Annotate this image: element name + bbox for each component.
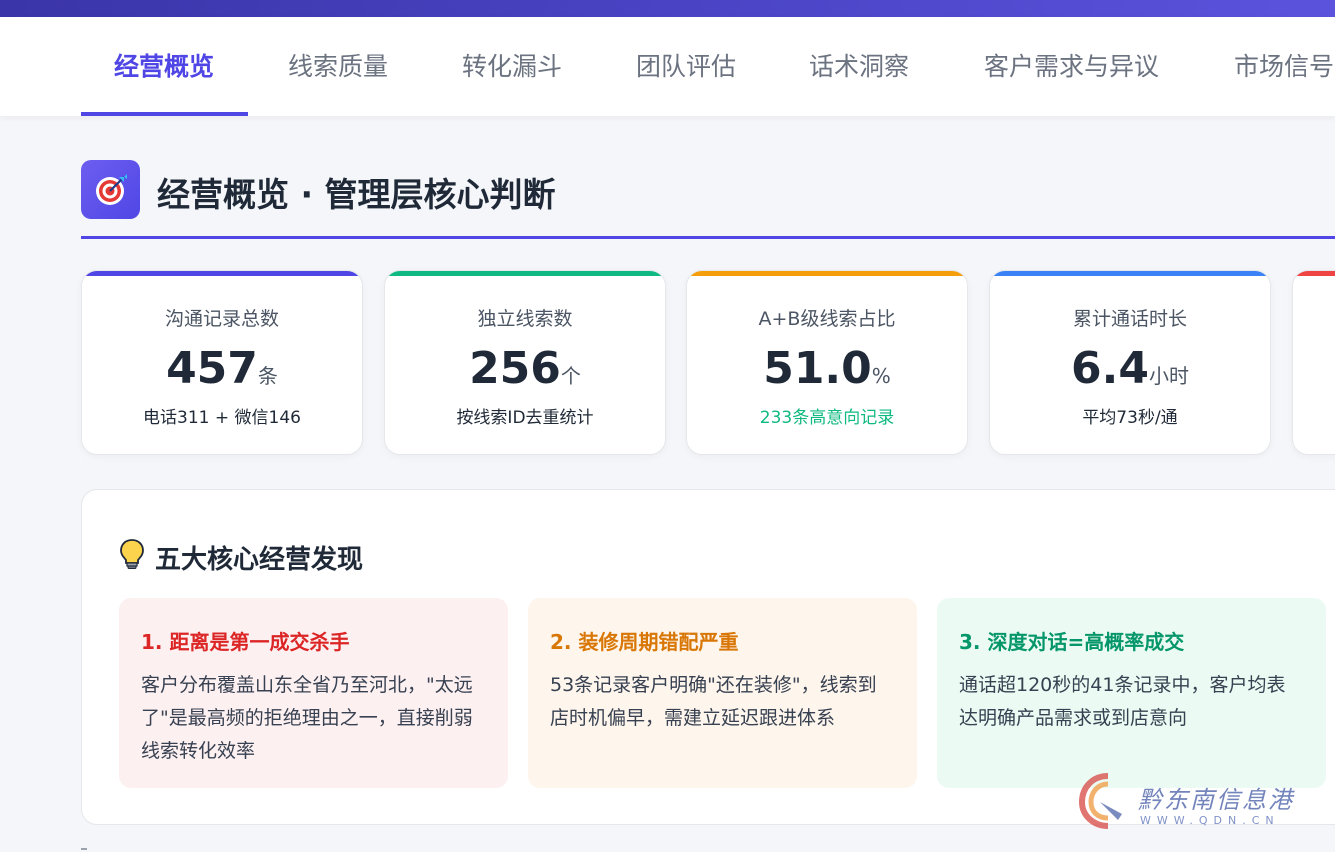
kpi-unit: 条 (257, 364, 278, 388)
top-accent-bar (0, 0, 1335, 17)
tab-conversion-funnel[interactable]: 转化漏斗 (462, 17, 562, 116)
lightbulb-icon (119, 538, 145, 577)
section-header: 经营概览 · 管理层核心判断 (81, 160, 1335, 220)
target-icon (81, 160, 140, 219)
tab-lead-quality[interactable]: 线索质量 (288, 17, 388, 116)
kpi-card-call-duration: 累计通话时长 6.4小时 平均73秒/通 (989, 270, 1271, 455)
page-title: 经营概览 · 管理层核心判断 (157, 175, 556, 214)
kpi-accent-bar (385, 271, 665, 276)
finding-text: 通话超120秒的41条记录中，客户均表达明确产品需求或到店意向 (959, 674, 1286, 729)
finding-title: 2. 装修周期错配严重 (550, 630, 739, 654)
kpi-subtext: 电话311 + 微信146 (143, 408, 301, 428)
tab-overview[interactable]: 经营概览 (114, 17, 214, 116)
kpi-subtext: 平均73秒/通 (1082, 408, 1178, 428)
watermark-url: WWW.QDN.CN (1140, 814, 1280, 827)
site-watermark: 黔东南信息港 WWW.QDN.CN (1078, 770, 1308, 830)
kpi-accent-bar (82, 271, 362, 276)
kpi-card-total-records: 沟通记录总数 457条 电话311 + 微信146 (81, 270, 363, 455)
kpi-subtext: 按线索ID去重统计 (456, 408, 594, 428)
kpi-card-unique-leads: 独立线索数 256个 按线索ID去重统计 (384, 270, 666, 455)
findings-title-text: 五大核心经营发现 (155, 545, 364, 575)
kpi-number: 6.4 (1071, 343, 1149, 394)
active-tab-indicator (81, 112, 248, 116)
finding-card: 2. 装修周期错配严重 53条记录客户明确"还在装修"，线索到店时机偏早，需建立… (528, 598, 917, 788)
kpi-value: 457条 (82, 343, 362, 394)
kpi-value: 256个 (385, 343, 665, 394)
kpi-value: 51.0% (687, 343, 967, 394)
kpi-number: 457 (166, 343, 258, 394)
finding-title: 1. 距离是第一成交杀手 (141, 630, 350, 654)
finding-card: 1. 距离是第一成交杀手 客户分布覆盖山东全省乃至河北，"太远了"是最高频的拒绝… (119, 598, 508, 788)
kpi-label: A+B级线索占比 (758, 308, 896, 330)
kpi-number: 256 (469, 343, 561, 394)
kpi-accent-bar (687, 271, 967, 276)
kpi-accent-bar (1293, 271, 1335, 276)
tab-bar: 经营概览 线索质量 转化漏斗 团队评估 话术洞察 客户需求与异议 市场信号 (0, 17, 1335, 116)
kpi-label: 累计通话时长 (1072, 308, 1187, 330)
finding-title: 3. 深度对话=高概率成交 (959, 630, 1185, 654)
kpi-label: 独立线索数 (477, 308, 573, 330)
finding-text: 53条记录客户明确"还在装修"，线索到店时机偏早，需建立延迟跟进体系 (550, 674, 877, 729)
kpi-subtext: 233条高意向记录 (759, 408, 895, 428)
finding-card: 3. 深度对话=高概率成交 通话超120秒的41条记录中，客户均表达明确产品需求… (937, 598, 1326, 788)
kpi-number: 51.0 (763, 343, 872, 394)
kpi-value: 6.4小时 (990, 343, 1270, 394)
bottom-divider (81, 848, 87, 850)
kpi-label: 沟通记录总数 (164, 308, 279, 330)
tab-customer-needs[interactable]: 客户需求与异议 (984, 17, 1159, 116)
tab-team-evaluation[interactable]: 团队评估 (636, 17, 736, 116)
kpi-card-partial (1292, 270, 1335, 455)
kpi-unit: 个 (560, 364, 581, 388)
findings-title: 五大核心经营发现 (119, 538, 363, 577)
watermark-logo-icon (1078, 773, 1122, 829)
kpi-card-ab-ratio: A+B级线索占比 51.0% 233条高意向记录 (686, 270, 968, 455)
section-divider (81, 236, 1335, 239)
kpi-unit: 小时 (1148, 364, 1189, 388)
watermark-text: 黔东南信息港 (1138, 786, 1294, 814)
finding-text: 客户分布覆盖山东全省乃至河北，"太远了"是最高频的拒绝理由之一，直接削弱线索转化… (141, 674, 473, 762)
kpi-unit: % (871, 364, 891, 388)
kpi-accent-bar (990, 271, 1270, 276)
tab-script-insights[interactable]: 话术洞察 (809, 17, 909, 116)
tab-market-signals[interactable]: 市场信号 (1234, 17, 1334, 116)
